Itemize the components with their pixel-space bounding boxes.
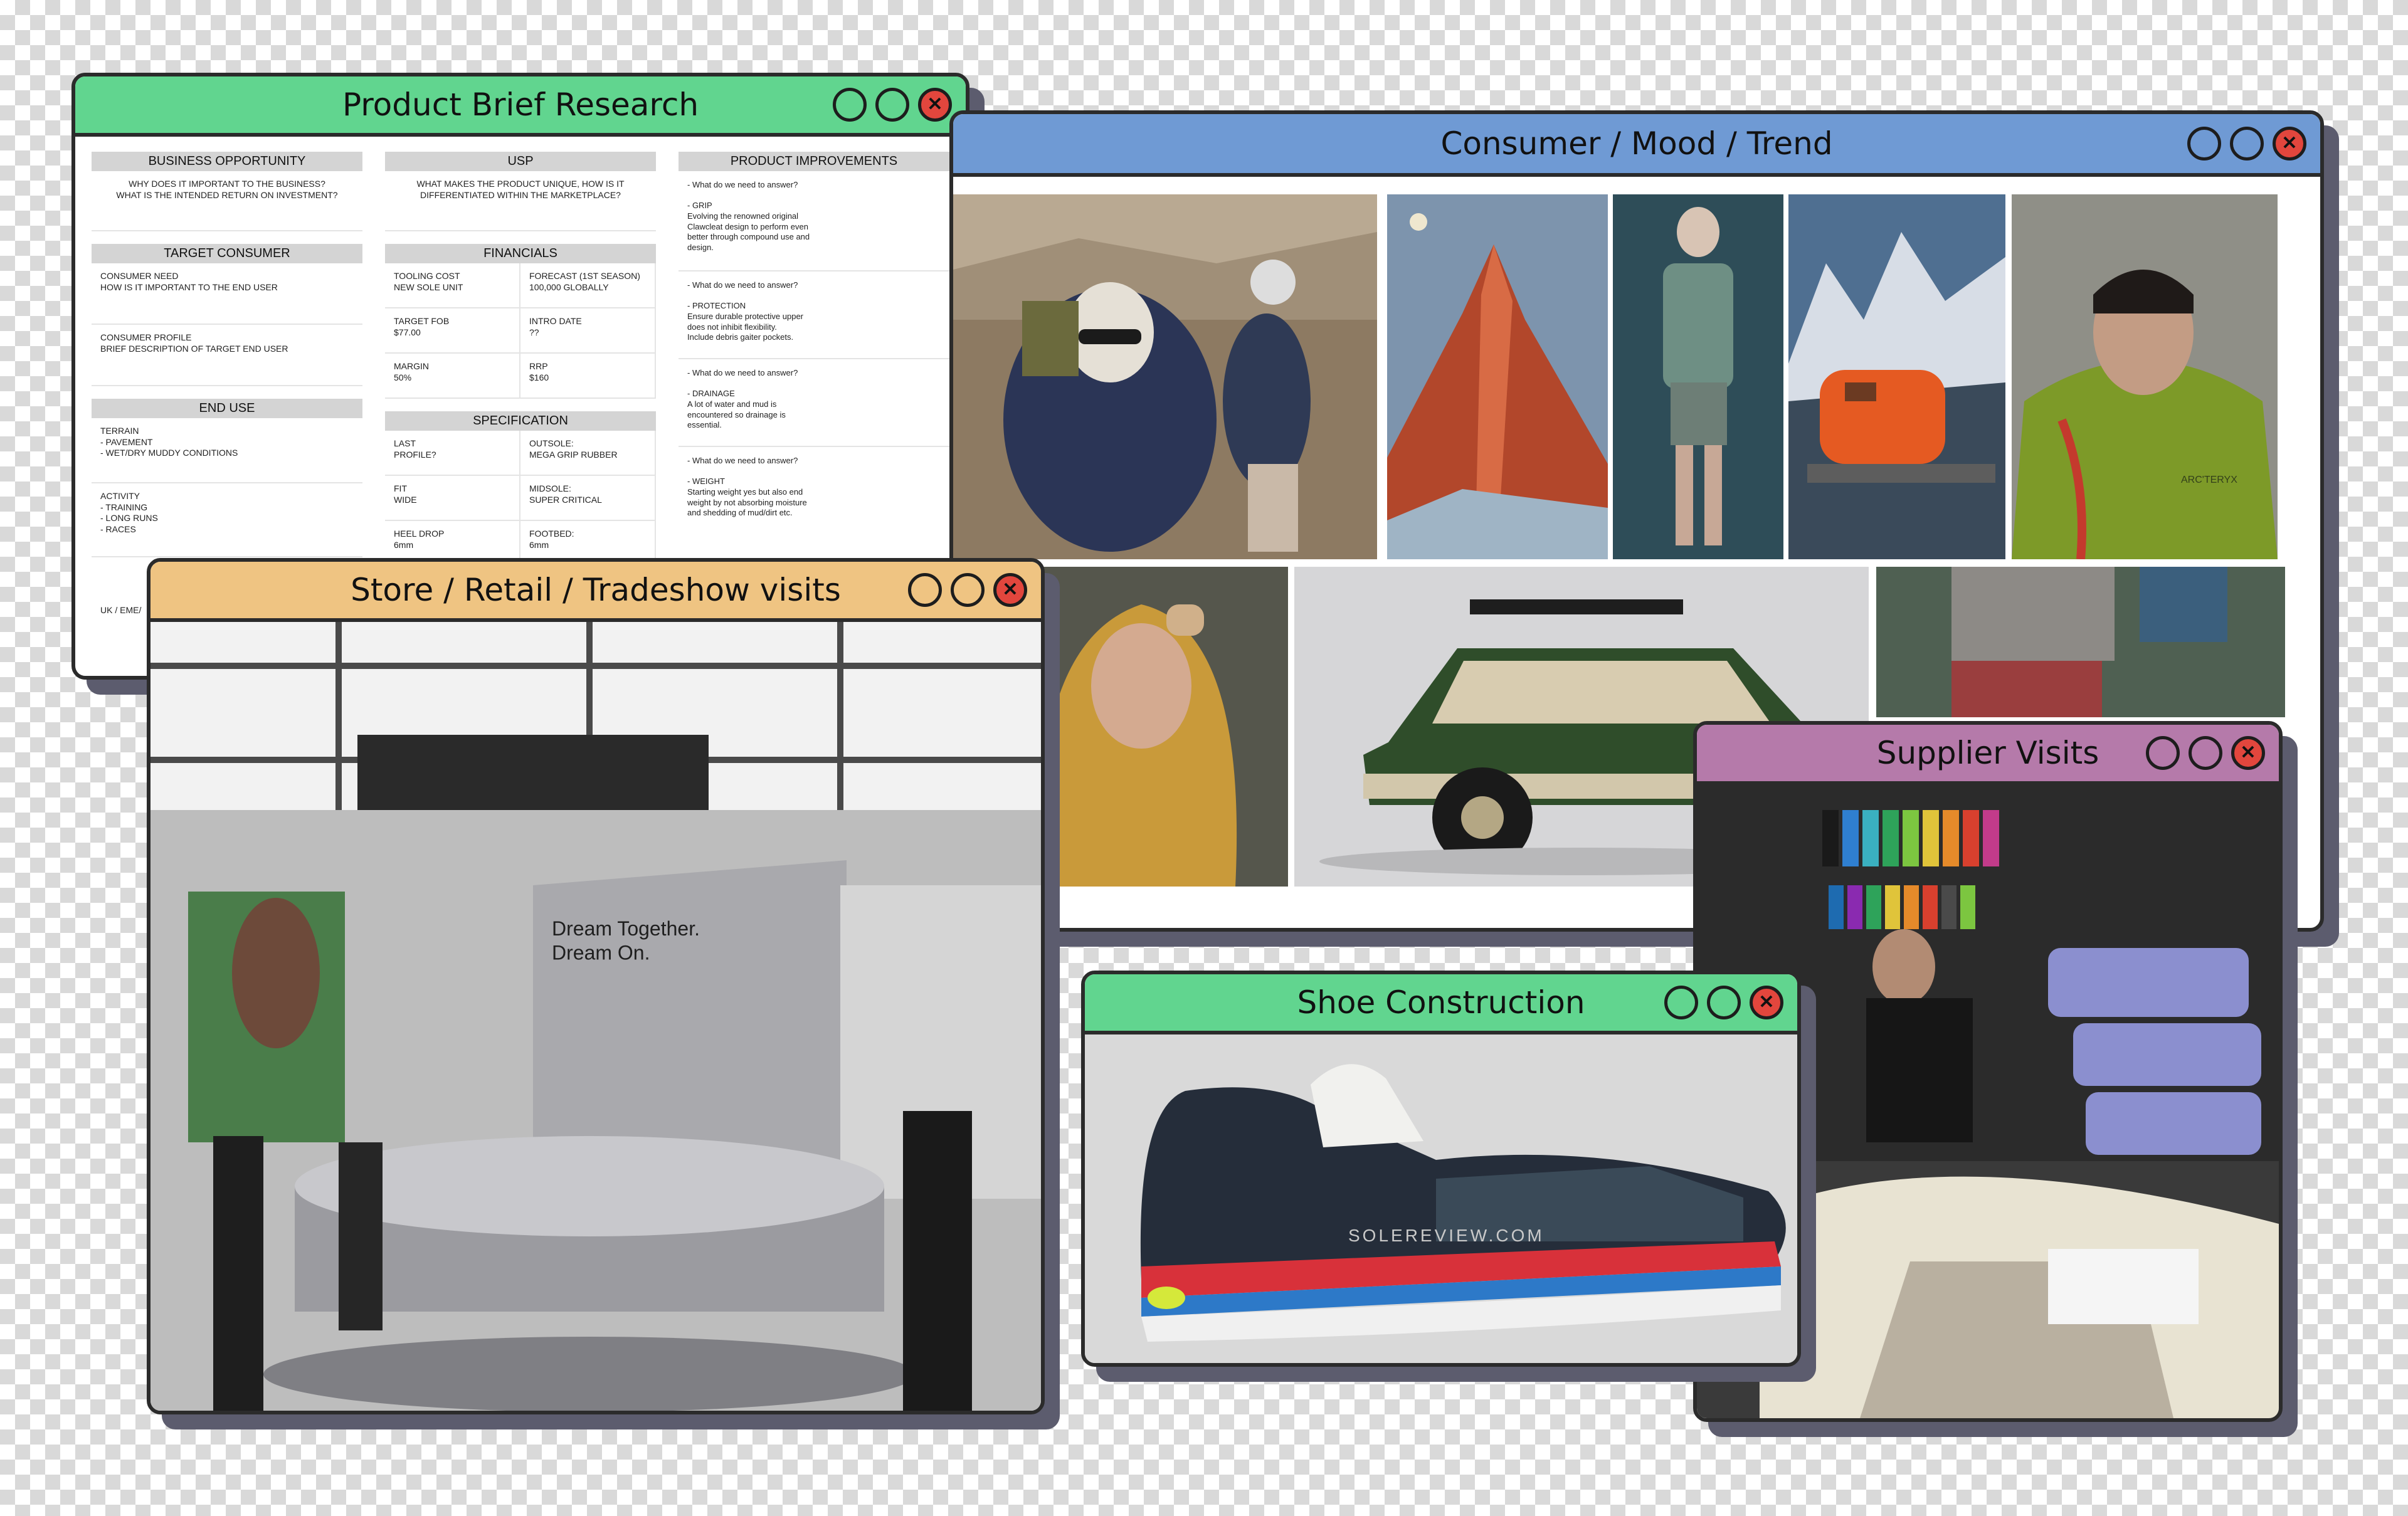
minimize-button[interactable] — [1664, 986, 1698, 1019]
close-button[interactable]: ✕ — [993, 573, 1027, 607]
arcteryx-logo-text: ARC'TERYX — [2181, 475, 2237, 485]
brief-cell: MARGIN 50% — [385, 354, 520, 399]
mood-board-titlebar[interactable]: Consumer / Mood / Trend ✕ — [953, 114, 2320, 177]
close-icon: ✕ — [927, 94, 943, 115]
product-brief-titlebar[interactable]: Product Brief Research ✕ — [75, 76, 966, 137]
supplier-visits-titlebar[interactable]: Supplier Visits ✕ — [1697, 725, 2279, 785]
minimize-button[interactable] — [2146, 736, 2180, 770]
section-heading: SPECIFICATION — [385, 411, 656, 431]
mountaineers-photo — [953, 194, 1377, 559]
brief-cell: TOOLING COST NEW SOLE UNIT — [385, 263, 520, 308]
close-button[interactable]: ✕ — [2273, 127, 2306, 161]
window-title: Shoe Construction — [1297, 984, 1585, 1021]
close-icon: ✕ — [1758, 992, 1775, 1013]
minimize-button[interactable] — [2187, 127, 2221, 161]
vest-model-photo — [1613, 194, 1783, 559]
window-title: Store / Retail / Tradeshow visits — [351, 572, 841, 608]
close-icon: ✕ — [1002, 579, 1018, 600]
section-heading: END USE — [92, 399, 362, 418]
improvement-item: - What do we need to answer? - GRIP Evol… — [679, 171, 949, 271]
orange-hut-photo — [1788, 194, 2005, 559]
store-photo: Dream Together. Dream On. — [150, 622, 1041, 1411]
brief-cell: WHAT MAKES THE PRODUCT UNIQUE, HOW IS IT… — [385, 171, 656, 231]
brief-cell: CONSUMER NEED HOW IS IT IMPORTANT TO THE… — [92, 263, 362, 325]
section-heading: FINANCIALS — [385, 244, 656, 263]
close-button[interactable]: ✕ — [2231, 736, 2265, 770]
shoe-photo: SOLEREVIEW.COM — [1085, 1034, 1797, 1363]
brief-cell: RRP $160 — [520, 354, 656, 399]
window-title: Product Brief Research — [342, 87, 699, 123]
section-heading: USP — [385, 152, 656, 171]
improvement-item: - What do we need to answer? - PROTECTIO… — [679, 271, 949, 359]
shoe-construction-titlebar[interactable]: Shoe Construction ✕ — [1085, 974, 1797, 1034]
brief-cell: LAST PROFILE? — [385, 431, 520, 476]
maximize-button[interactable] — [875, 88, 909, 122]
window-title: Consumer / Mood / Trend — [1440, 125, 1833, 162]
section-heading: BUSINESS OPPORTUNITY — [92, 152, 362, 171]
section-heading: PRODUCT IMPROVEMENTS — [679, 152, 949, 171]
brief-cell: TARGET FOB $77.00 — [385, 308, 520, 354]
section-heading: TARGET CONSUMER — [92, 244, 362, 263]
window-title: Supplier Visits — [1876, 735, 2099, 771]
financials-grid: TOOLING COST NEW SOLE UNIT FORECAST (1ST… — [385, 263, 656, 399]
maximize-button[interactable] — [2189, 736, 2222, 770]
improvement-item: - What do we need to answer? - DRAINAGE … — [679, 359, 949, 447]
close-button[interactable]: ✕ — [918, 88, 952, 122]
brief-cell: TERRAIN - PAVEMENT - WET/DRY MUDDY CONDI… — [92, 418, 362, 483]
improvement-item: - What do we need to answer? - WEIGHT St… — [687, 456, 807, 518]
brief-cell: MIDSOLE: SUPER CRITICAL — [520, 476, 656, 521]
store-visits-titlebar[interactable]: Store / Retail / Tradeshow visits ✕ — [150, 562, 1041, 622]
specification-grid: LAST PROFILE? OUTSOLE: MEGA GRIP RUBBER … — [385, 431, 656, 566]
maximize-button[interactable] — [951, 573, 985, 607]
shoe-construction-window: Shoe Construction ✕ SOLEREVIEW.COM — [1081, 971, 1801, 1367]
store-visits-window: Store / Retail / Tradeshow visits ✕ Drea… — [147, 558, 1045, 1414]
close-button[interactable]: ✕ — [1750, 986, 1783, 1019]
solereview-watermark: SOLEREVIEW.COM — [1348, 1226, 1545, 1245]
runner-photo — [1876, 567, 2285, 717]
brief-cell: FORECAST (1ST SEASON) 100,000 GLOBALLY — [520, 263, 656, 308]
red-peak-photo — [1387, 194, 1608, 559]
brief-cell: CONSUMER PROFILE BRIEF DESCRIPTION OF TA… — [92, 325, 362, 386]
green-jacket-portrait: ARC'TERYX — [2012, 194, 2278, 559]
maximize-button[interactable] — [1707, 986, 1741, 1019]
brief-cell: ACTIVITY - TRAINING - LONG RUNS - RACES — [92, 483, 362, 557]
maximize-button[interactable] — [2230, 127, 2264, 161]
brief-cell: INTRO DATE ?? — [520, 308, 656, 354]
minimize-button[interactable] — [833, 88, 867, 122]
brief-cell: WHY DOES IT IMPORTANT TO THE BUSINESS? W… — [92, 171, 362, 231]
brief-cell: FIT WIDE — [385, 476, 520, 521]
close-icon: ✕ — [2281, 133, 2298, 154]
minimize-button[interactable] — [908, 573, 942, 607]
close-icon: ✕ — [2240, 742, 2256, 763]
brief-cell: OUTSOLE: MEGA GRIP RUBBER — [520, 431, 656, 476]
